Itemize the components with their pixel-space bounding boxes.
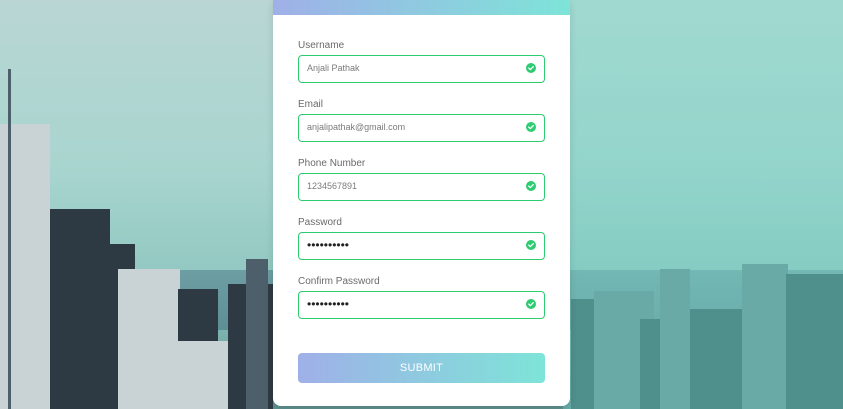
background-building: [660, 269, 690, 409]
phone-input[interactable]: [299, 174, 522, 198]
phone-input-wrapper: [298, 173, 545, 201]
check-circle-icon: [526, 181, 536, 191]
confirm-password-input-wrapper: [298, 291, 545, 319]
password-input[interactable]: [299, 233, 522, 257]
check-circle-icon: [526, 63, 536, 73]
phone-field-group: Phone Number: [298, 158, 545, 201]
background-building: [246, 259, 268, 409]
confirm-password-field-group: Confirm Password: [298, 276, 545, 319]
signup-card: Username Email Phone Number: [273, 0, 570, 406]
background-building: [118, 269, 180, 409]
password-input-wrapper: [298, 232, 545, 260]
password-label: Password: [298, 217, 342, 228]
signup-form: Username Email Phone Number: [298, 40, 545, 335]
background-antenna: [8, 69, 11, 409]
username-input-wrapper: [298, 55, 545, 83]
check-circle-icon: [526, 299, 536, 309]
password-field-group: Password: [298, 217, 545, 260]
card-header-bar: [273, 0, 570, 15]
username-input[interactable]: [299, 56, 522, 80]
check-circle-icon: [526, 122, 536, 132]
email-input[interactable]: [299, 115, 522, 139]
username-field-group: Username: [298, 40, 545, 83]
email-field-group: Email: [298, 99, 545, 142]
confirm-password-label: Confirm Password: [298, 276, 380, 287]
email-label: Email: [298, 99, 324, 110]
background-building: [742, 264, 788, 409]
phone-label: Phone Number: [298, 158, 366, 169]
confirm-password-input[interactable]: [299, 292, 522, 316]
username-label: Username: [298, 40, 345, 51]
submit-button[interactable]: SUBMIT: [298, 353, 545, 383]
check-circle-icon: [526, 240, 536, 250]
email-input-wrapper: [298, 114, 545, 142]
background-building: [786, 274, 843, 409]
background-building: [690, 309, 745, 409]
